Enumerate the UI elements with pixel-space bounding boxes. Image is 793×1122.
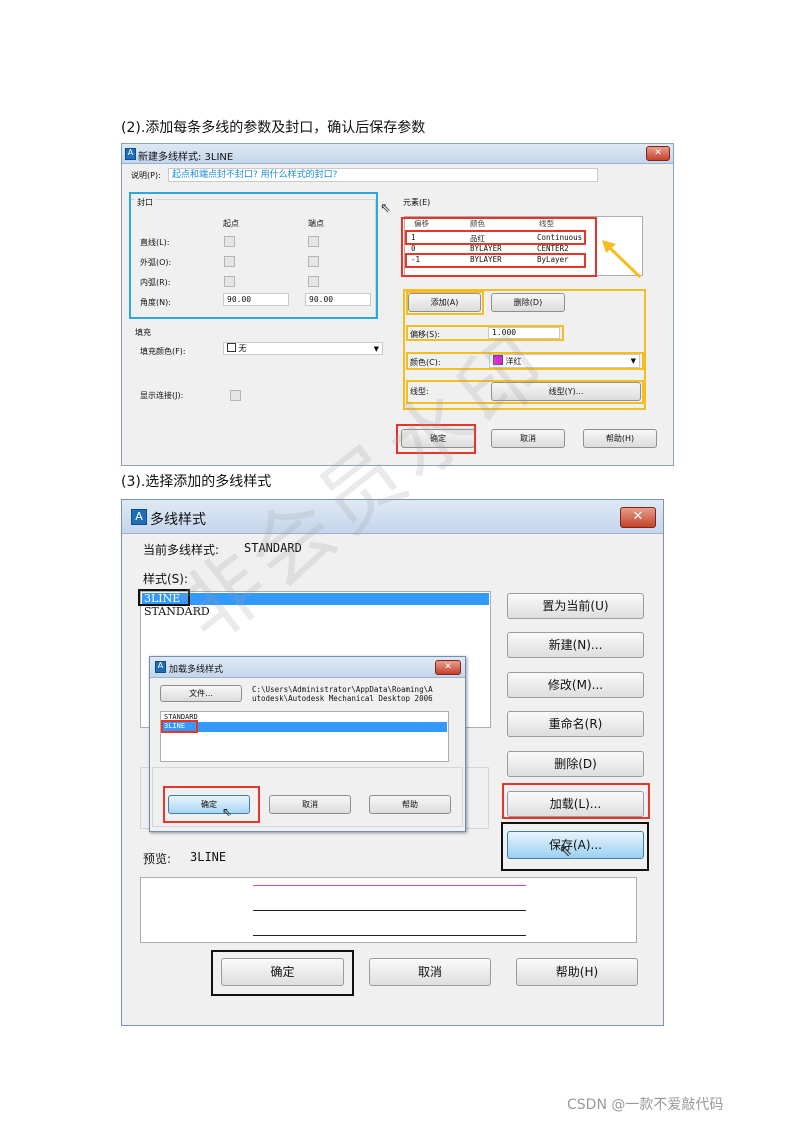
autocad-app-icon: A [155,661,166,673]
element-row-1-highlight [405,230,586,245]
new-mline-style-dialog: A 新建多线样式: 3LINE ✕ 说明(P): 起点和端点封不封口? 用什么样… [121,143,674,466]
fill-group-title: 填充 [135,328,151,337]
load-list-selection [162,722,447,732]
caps-highlight-box [129,192,378,319]
ok-button-highlight [163,786,260,823]
chevron-down-icon: ▼ [373,345,379,353]
fill-color-label: 填充颜色(F): [140,347,186,356]
linetype-button[interactable]: 线型(Y)... [491,382,641,401]
description-input[interactable]: 起点和端点封不封口? 用什么样式的封口? [168,168,598,182]
close-icon[interactable]: ✕ [435,660,461,675]
ok-button-highlight [211,950,354,996]
new-button[interactable]: 新建(N)... [507,632,644,658]
step-2-caption: (2).添加每条多线的参数及封口，确认后保存参数 [121,120,426,136]
fill-swatch-icon [227,343,236,352]
load-styles-list[interactable]: STANDARD 3LINE [160,711,449,762]
cancel-button[interactable]: 取消 [369,958,491,986]
help-button[interactable]: 帮助(H) [583,429,657,448]
3line-highlight [138,589,190,606]
color-swatch-icon [493,355,503,365]
file-button[interactable]: 文件... [160,685,242,702]
dialog-titlebar: A 新建多线样式: 3LINE ✕ [122,144,673,164]
dialog-titlebar: A 加载多线样式 ✕ [150,657,465,678]
cancel-button[interactable]: 取消 [491,429,565,448]
preview-line-center [253,910,526,911]
preview-line-magenta [253,885,526,886]
color-label: 颜色(C): [410,358,441,367]
color-value: 洋红 [505,357,522,366]
help-button[interactable]: 帮助 [369,795,451,814]
ok-button-highlight [396,424,476,454]
add-button-highlight [406,291,484,315]
load-button-highlight [502,783,650,819]
modify-button[interactable]: 修改(M)... [507,672,644,698]
autocad-app-icon: A [125,148,136,160]
offset-input[interactable]: 1.000 [488,327,560,339]
current-style-label: 当前多线样式: [143,543,220,557]
delete-element-button[interactable]: 删除(D) [491,293,565,312]
path-text-line-2: utodesk\Autodesk Mechanical Desktop 2006 [252,694,433,703]
chevron-down-icon: ▼ [630,357,636,365]
mouse-cursor-icon: ⇖ [222,805,233,819]
preview-pane [140,877,637,943]
offset-label: 偏移(S): [410,330,441,339]
preview-value: 3LINE [190,850,227,864]
dialog-title: 新建多线样式: 3LINE [138,152,234,163]
help-button[interactable]: 帮助(H) [516,958,638,986]
color-select[interactable]: 洋红 ▼ [489,354,640,368]
rename-button[interactable]: 重命名(R) [507,711,644,737]
dialog-title: 多线样式 [150,512,206,528]
description-label: 说明(P): [131,171,161,180]
load-mline-style-dialog: A 加载多线样式 ✕ 文件... C:\Users\Administrator\… [149,656,466,832]
styles-list-selection [142,593,489,605]
autocad-app-icon: A [131,509,147,525]
mouse-cursor-icon: ⇖ [559,841,573,860]
element-row-3-highlight [405,253,586,268]
elements-group-title: 元素(E) [403,198,431,207]
dialog-title: 加载多线样式 [169,665,224,675]
style-item-standard[interactable]: STANDARD [144,605,210,618]
show-joints-checkbox[interactable] [230,390,241,401]
path-text-line-1: C:\Users\Administrator\AppData\Roaming\A [252,685,433,694]
current-style-value: STANDARD [244,541,302,555]
fill-color-select[interactable]: 无 ▼ [223,342,383,355]
delete-button[interactable]: 删除(D) [507,751,644,777]
fill-color-value: 无 [238,344,247,353]
step-3-caption: (3).选择添加的多线样式 [121,474,272,490]
dialog-titlebar: A 多线样式 ✕ [122,500,663,534]
set-current-button[interactable]: 置为当前(U) [507,593,644,619]
3line-highlight [161,720,198,733]
footer-credit: CSDN @一款不爱敲代码 [567,1097,724,1113]
save-button-highlight [501,822,649,871]
yellow-arrow-icon [602,240,642,279]
linetype-label: 线型: [410,387,429,396]
close-icon[interactable]: ✕ [646,146,670,161]
styles-label: 样式(S): [143,572,189,586]
mouse-cursor-icon: ⇖ [380,201,391,216]
close-icon[interactable]: ✕ [620,507,656,528]
elements-highlight-box [401,217,597,277]
show-joints-label: 显示连接(J): [140,391,184,400]
preview-label: 预览: [143,852,172,866]
cancel-button[interactable]: 取消 [269,795,351,814]
preview-line-bottom [253,935,526,936]
